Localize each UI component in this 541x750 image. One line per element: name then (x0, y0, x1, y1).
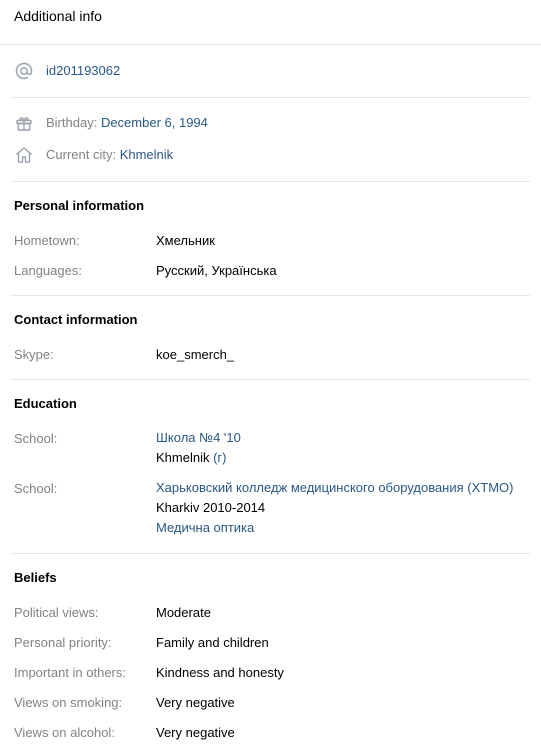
hometown-label: Hometown: (14, 233, 80, 248)
beliefs-title: Beliefs (14, 570, 57, 585)
at-sign-icon (14, 61, 34, 81)
political-views-label: Political views: (14, 605, 99, 620)
hometown-value: Хмельник (156, 233, 215, 248)
profile-id-link[interactable]: id201193062 (46, 63, 120, 78)
home-icon (14, 145, 34, 165)
gift-icon (14, 113, 34, 133)
education-title: Education (14, 396, 77, 411)
views-on-smoking-value: Very negative (156, 695, 235, 710)
important-in-others-label: Important in others: (14, 665, 126, 680)
divider (10, 379, 530, 380)
important-in-others-value: Kindness and honesty (156, 665, 284, 680)
personal-info-title: Personal information (14, 198, 145, 213)
political-views-value: Moderate (156, 605, 211, 620)
school-name-link[interactable]: Школа №4 '10 (156, 428, 241, 448)
current-city-label: Current city: (46, 147, 117, 162)
school-label: School: (14, 431, 58, 446)
divider (10, 181, 530, 182)
school-entry: Харьковский колледж медицинского оборудо… (156, 478, 513, 538)
school-city: Khmelnik (156, 450, 210, 465)
school-name-link[interactable]: Харьковский колледж медицинского оборудо… (156, 478, 513, 498)
school-entry: Школа №4 '10 Khmelnik (г) (156, 428, 241, 468)
current-city-row: Current city: Khmelnik (46, 147, 173, 162)
divider (10, 553, 530, 554)
contact-info-title: Contact information (14, 312, 138, 327)
school-detail: Kharkiv 2010-2014 (156, 500, 266, 515)
languages-value: Русский, Українська (156, 263, 277, 278)
current-city-link[interactable]: Khmelnik (120, 147, 173, 162)
views-on-smoking-label: Views on smoking: (14, 695, 123, 710)
page-title: Additional info (14, 8, 102, 24)
divider (10, 97, 530, 98)
school-city-suffix-link[interactable]: (г) (213, 450, 226, 465)
personal-priority-label: Personal priority: (14, 635, 112, 650)
school-specialty-link[interactable]: Медична оптика (156, 518, 513, 538)
birthday-label: Birthday: (46, 115, 98, 130)
divider (10, 295, 530, 296)
personal-priority-value: Family and children (156, 635, 269, 650)
header-divider (0, 44, 541, 45)
birthday-row: Birthday: December 6, 1994 (46, 115, 208, 130)
birthday-link[interactable]: December 6, 1994 (101, 115, 208, 130)
school-city-line: Khmelnik (г) (156, 448, 241, 468)
views-on-alcohol-value: Very negative (156, 725, 235, 740)
views-on-alcohol-label: Views on alcohol: (14, 725, 115, 740)
skype-link[interactable]: koe_smerch_ (156, 347, 234, 362)
school-label: School: (14, 481, 58, 496)
languages-label: Languages: (14, 263, 82, 278)
skype-label: Skype: (14, 347, 54, 362)
